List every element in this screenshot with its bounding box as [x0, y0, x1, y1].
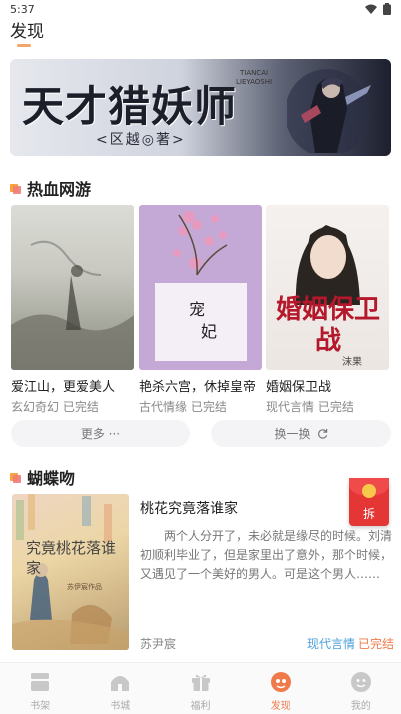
bookshelf-icon — [31, 673, 50, 691]
more-button[interactable]: 更多 ··· — [11, 420, 190, 447]
svg-text:宠: 宠 — [189, 300, 205, 319]
tab-bookshelf[interactable]: 书架 — [0, 663, 80, 714]
section-title: 蝴蝶吻 — [27, 469, 76, 488]
book-card[interactable]: 爱江山，更爱美人 玄幻奇幻 已完结 — [11, 205, 134, 415]
red-packet-label: 拆 — [362, 507, 375, 521]
cover-art — [11, 240, 134, 370]
refresh-button[interactable]: 换一换 — [211, 420, 391, 447]
book-status: 已完结 — [190, 400, 227, 414]
featured-book-author: 苏尹宸 — [140, 637, 177, 651]
book-title: 婚姻保卫战 — [266, 380, 332, 395]
bottom-tab-bar: 书架 书城 福利 发现 我的 — [0, 662, 401, 714]
banner-title: 天才猎妖师 — [22, 82, 238, 131]
section-marker-icon — [10, 183, 21, 194]
featured-cover-author: 苏伊宸作品 — [67, 583, 102, 591]
page-header: 发现 — [10, 17, 44, 47]
book-meta: 现代言情 已完结 — [266, 398, 389, 415]
cover-portrait — [295, 225, 360, 305]
featured-book-description: 两个人分开了，未必就是缘尽的时候。刘清初顺利毕业了，但是家里出了意外，那个时候，… — [140, 529, 392, 581]
tab-label: 我的 — [350, 701, 371, 712]
title-underline — [17, 44, 31, 47]
discover-icon — [270, 672, 291, 692]
wifi-icon — [365, 4, 377, 14]
book-category: 玄幻奇幻 — [11, 400, 60, 414]
featured-book-category: 现代言情 — [307, 637, 356, 651]
book-meta: 古代情缘 已完结 — [139, 398, 262, 415]
section-title: 热血网游 — [27, 180, 92, 199]
status-time: 5:37 — [10, 3, 35, 16]
banner-subtitle: TIANCAI LIEYAOSHI — [236, 69, 272, 87]
more-button-label: 更多 ··· — [80, 427, 121, 441]
red-packet-seal-icon — [362, 484, 376, 498]
gift-icon — [191, 674, 210, 691]
featured-book-cover[interactable]: 究竟桃花落谁家 苏伊宸作品 — [12, 494, 129, 650]
book-title: 爱江山，更爱美人 — [11, 380, 116, 395]
book-card[interactable]: 宠 妃 艳杀六宫，休掉皇帝 古代情缘 已完结 — [139, 205, 262, 415]
book-status: 已完结 — [317, 400, 354, 414]
book-cover: 婚姻保卫战 沫果 — [266, 205, 389, 370]
book-category: 现代言情 — [266, 400, 315, 414]
cover-title: 婚姻保卫战 — [275, 295, 380, 356]
featured-book-status: 已完结 — [358, 637, 395, 651]
bookstore-icon — [111, 676, 130, 691]
tab-label: 发现 — [270, 701, 291, 712]
banner-subtitle-line1: TIANCAI — [239, 69, 269, 77]
refresh-icon — [317, 428, 327, 439]
svg-text:妃: 妃 — [201, 322, 217, 341]
book-meta: 玄幻奇幻 已完结 — [11, 398, 134, 415]
cover-author: 沫果 — [342, 357, 362, 368]
tab-welfare[interactable]: 福利 — [160, 663, 240, 714]
tab-label: 书城 — [110, 701, 131, 712]
status-bar: 5:37 — [0, 0, 401, 18]
cover-art: 宠 妃 — [155, 211, 247, 361]
book-cover: 宠 妃 — [139, 205, 262, 370]
tab-label: 福利 — [190, 701, 211, 712]
featured-cover-title: 究竟桃花落谁家 — [26, 539, 117, 577]
battery-icon — [383, 3, 391, 15]
book-title: 艳杀六宫，休掉皇帝 — [139, 380, 257, 395]
red-packet-button[interactable]: 拆 — [349, 478, 389, 526]
banner-subtitle-line2: LIEYAOSHI — [236, 78, 273, 86]
profile-icon — [350, 672, 371, 692]
tab-discover[interactable]: 发现 — [241, 663, 321, 714]
tab-label: 书架 — [30, 701, 51, 712]
tab-bookstore[interactable]: 书城 — [80, 663, 160, 714]
section-marker-icon — [10, 472, 21, 483]
status-icons — [365, 3, 391, 15]
page-title: 发现 — [10, 22, 44, 42]
banner-author: <区越◎著> — [96, 132, 186, 148]
book-card[interactable]: 婚姻保卫战 沫果 婚姻保卫战 现代言情 已完结 — [266, 205, 389, 415]
book-cover — [11, 205, 134, 370]
tab-profile[interactable]: 我的 — [321, 663, 401, 714]
section-header-hot-online-games: 热血网游 — [10, 176, 91, 200]
book-status: 已完结 — [62, 400, 99, 414]
refresh-button-label: 换一换 — [274, 427, 311, 441]
banner-character-illustration — [287, 69, 371, 153]
section-header-butterfly-kiss: 蝴蝶吻 — [10, 465, 75, 489]
banner[interactable]: 天才猎妖师 <区越◎著> TIANCAI LIEYAOSHI — [10, 59, 391, 156]
book-category: 古代情缘 — [139, 400, 188, 414]
